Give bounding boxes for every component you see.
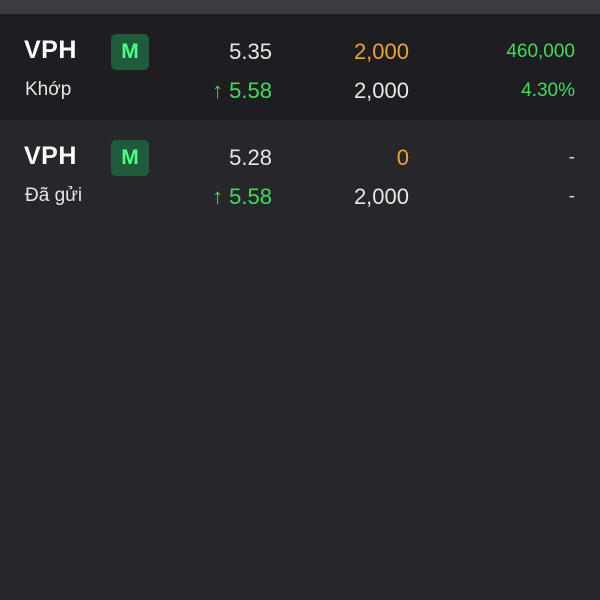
profit-percent: 4.30%	[521, 80, 575, 101]
matched-quantity: 0	[396, 145, 409, 170]
order-row[interactable]: VPH M Đã gửi 5.28 ↑ 5.58 0 2,000 - -	[0, 120, 600, 220]
matched-quantity: 2,000	[353, 39, 409, 64]
market-price-value: 5.58	[229, 78, 272, 103]
order-row[interactable]: VPH M Khớp 5.35 ↑ 5.58 2,000 2,000 460,00…	[0, 14, 600, 120]
arrow-up-icon: ↑	[212, 184, 224, 209]
order-status: Đã gửi	[25, 185, 83, 206]
order-price: 5.35	[229, 39, 272, 64]
matched-value: -	[568, 147, 575, 168]
order-quantity: 2,000	[353, 184, 409, 209]
market-price-value: 5.58	[229, 184, 272, 209]
market-price: ↑ 5.58	[212, 184, 272, 210]
order-symbol: VPH	[24, 142, 77, 170]
profit-percent: -	[568, 186, 575, 207]
order-status: Khớp	[25, 79, 72, 100]
order-quantity: 2,000	[353, 78, 409, 103]
order-type-badge: M	[111, 34, 149, 70]
arrow-up-icon: ↑	[212, 78, 224, 103]
market-price: ↑ 5.58	[212, 78, 272, 104]
order-symbol: VPH	[24, 36, 77, 64]
top-bar	[0, 0, 600, 14]
order-list: VPH M Khớp 5.35 ↑ 5.58 2,000 2,000 460,00…	[0, 14, 600, 220]
order-price: 5.28	[229, 145, 272, 170]
matched-value: 460,000	[506, 41, 575, 62]
order-type-badge: M	[111, 140, 149, 176]
